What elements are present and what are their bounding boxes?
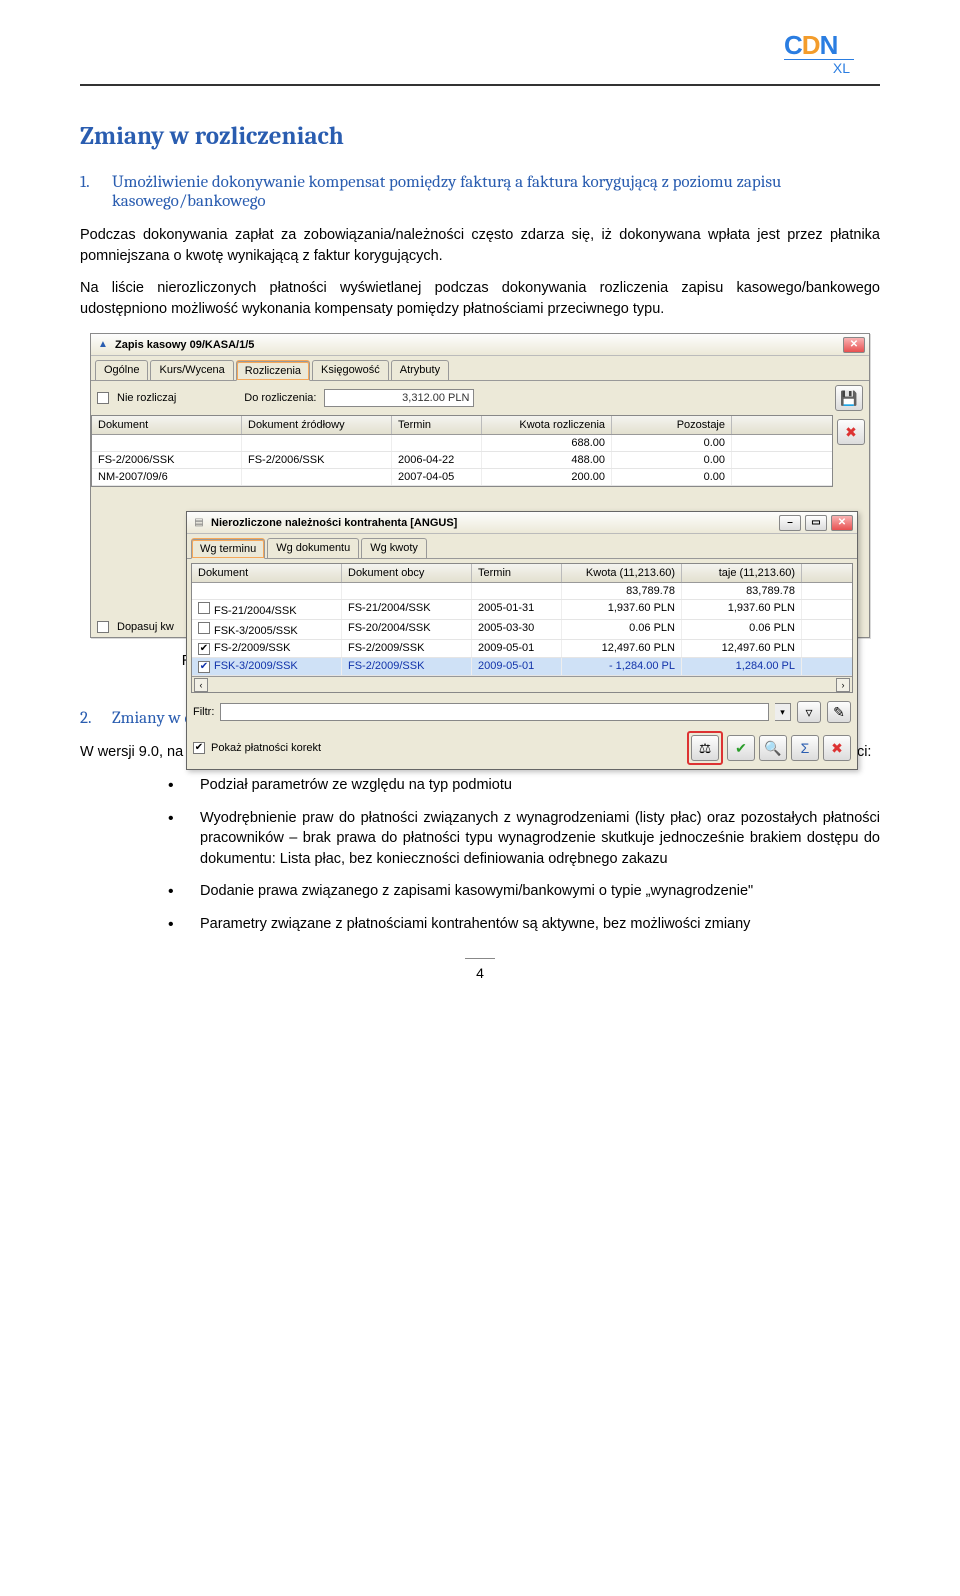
filtr-dropdown-button[interactable]: ▾ bbox=[775, 703, 791, 721]
kompensata-button[interactable]: ⚖ bbox=[691, 735, 719, 761]
tab-wg-kwoty[interactable]: Wg kwoty bbox=[361, 538, 427, 558]
tab-wg-terminu[interactable]: Wg terminu bbox=[191, 539, 265, 559]
page-title: Zmiany w rozliczeniach bbox=[80, 122, 880, 151]
cancel-button[interactable]: ✖ bbox=[823, 735, 851, 761]
grid-win2[interactable]: DokumentDokument obcyTerminKwota (11,213… bbox=[191, 563, 853, 693]
dopasuj-label: Dopasuj kw bbox=[117, 621, 174, 633]
window2-title: Nierozliczone należności kontrahenta [AN… bbox=[211, 517, 775, 529]
table-row[interactable]: FSK-3/2009/SSKFS-2/2009/SSK2009-05-01- 1… bbox=[192, 658, 852, 676]
save-button[interactable]: 💾 bbox=[835, 385, 863, 411]
list-item: Dodanie prawa związanego z zapisami kaso… bbox=[140, 881, 880, 902]
sum-button[interactable]: Σ bbox=[791, 735, 819, 761]
header-rule bbox=[80, 84, 880, 86]
window-nierozliczone: ▤ Nierozliczone należności kontrahenta [… bbox=[186, 511, 858, 770]
maximize-button[interactable]: ▭ bbox=[805, 515, 827, 531]
logo: CDN XL bbox=[80, 30, 880, 78]
tab-wg-dokumentu[interactable]: Wg dokumentu bbox=[267, 538, 359, 558]
app-icon: ▲ bbox=[95, 337, 111, 353]
tab-og-lne[interactable]: Ogólne bbox=[95, 360, 148, 380]
delete-button[interactable]: ✖ bbox=[837, 419, 865, 445]
filter-icon-button[interactable]: ▿ bbox=[797, 701, 821, 723]
confirm-button[interactable]: ✔ bbox=[727, 735, 755, 761]
filtr-label: Filtr: bbox=[193, 706, 214, 718]
list-item: Podział parametrów ze względu na typ pod… bbox=[140, 775, 880, 796]
row-checkbox[interactable] bbox=[198, 661, 210, 673]
window1-title: Zapis kasowy 09/KASA/1/5 bbox=[115, 339, 839, 351]
scroll-left-button[interactable]: ‹ bbox=[194, 678, 208, 692]
close-button[interactable]: ✕ bbox=[843, 337, 865, 353]
tab-ksi-gowo-[interactable]: Księgowość bbox=[312, 360, 389, 380]
scroll-right-button[interactable]: › bbox=[836, 678, 850, 692]
close-button-2[interactable]: ✕ bbox=[831, 515, 853, 531]
table-row[interactable]: FSK-3/2005/SSKFS-20/2004/SSK2005-03-300.… bbox=[192, 620, 852, 640]
minimize-button[interactable]: – bbox=[779, 515, 801, 531]
tab-atrybuty[interactable]: Atrybuty bbox=[391, 360, 449, 380]
list-icon: ▤ bbox=[191, 515, 207, 531]
section-1-heading: 1. Umożliwienie dokonywanie kompensat po… bbox=[80, 173, 880, 211]
bullet-list: Podział parametrów ze względu na typ pod… bbox=[140, 775, 880, 934]
table-row[interactable]: FS-2/2009/SSKFS-2/2009/SSK2009-05-0112,4… bbox=[192, 640, 852, 658]
row-checkbox[interactable] bbox=[198, 643, 210, 655]
kompensata-highlight: ⚖ bbox=[687, 731, 723, 765]
pokaz-korekt-checkbox[interactable] bbox=[193, 742, 205, 754]
paragraph-2: Na liście nierozliczonych płatności wyśw… bbox=[80, 278, 880, 319]
do-rozliczenia-value[interactable]: 3,312.00 PLN bbox=[324, 389, 474, 407]
nie-rozliczaj-checkbox[interactable] bbox=[97, 392, 109, 404]
paragraph-1: Podczas dokonywania zapłat za zobowiązan… bbox=[80, 225, 880, 266]
scrollbar-h[interactable]: ‹ › bbox=[192, 676, 852, 692]
table-row[interactable]: NM-2007/09/62007-04-05200.000.00 bbox=[92, 469, 832, 486]
grid-win1[interactable]: DokumentDokument źródłowyTerminKwota roz… bbox=[91, 415, 833, 487]
filtr-input[interactable] bbox=[220, 703, 769, 721]
tabs-win2: Wg terminuWg dokumentuWg kwoty bbox=[187, 534, 857, 559]
table-row[interactable]: FS-21/2004/SSKFS-21/2004/SSK2005-01-311,… bbox=[192, 600, 852, 620]
filter-builder-button[interactable]: ✎ bbox=[827, 701, 851, 723]
dopasuj-checkbox[interactable] bbox=[97, 621, 109, 633]
page-number: 4 bbox=[465, 958, 495, 981]
search-button[interactable]: 🔍 bbox=[759, 735, 787, 761]
nie-rozliczaj-label: Nie rozliczaj bbox=[117, 392, 176, 404]
do-rozliczenia-label: Do rozliczenia: bbox=[244, 392, 316, 404]
row-checkbox[interactable] bbox=[198, 622, 210, 634]
pokaz-label: Pokaż płatności korekt bbox=[211, 742, 321, 754]
screenshot: ▲ Zapis kasowy 09/KASA/1/5 ✕ OgólneKurs/… bbox=[90, 333, 870, 638]
tab-kurs-wycena[interactable]: Kurs/Wycena bbox=[150, 360, 233, 380]
table-row[interactable]: FS-2/2006/SSKFS-2/2006/SSK2006-04-22488.… bbox=[92, 452, 832, 469]
list-item: Parametry związane z płatnościami kontra… bbox=[140, 914, 880, 935]
row-checkbox[interactable] bbox=[198, 602, 210, 614]
tab-rozliczenia[interactable]: Rozliczenia bbox=[236, 361, 310, 381]
tabs-win1: OgólneKurs/WycenaRozliczeniaKsięgowośćAt… bbox=[91, 356, 869, 381]
logo-sub: XL bbox=[784, 59, 854, 76]
section-1-title: Umożliwienie dokonywanie kompensat pomię… bbox=[112, 173, 880, 211]
list-item: Wyodrębnienie praw do płatności związany… bbox=[140, 808, 880, 870]
